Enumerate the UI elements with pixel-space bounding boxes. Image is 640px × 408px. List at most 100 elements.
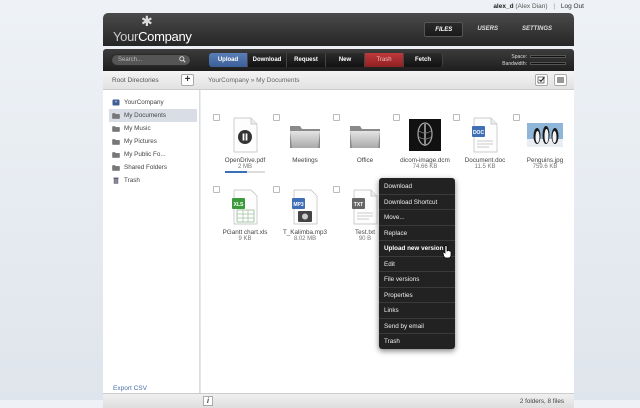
file-tile[interactable]: dicom-image.dcm 74.66 KB [393,114,453,186]
context-menu: Download Download Shortcut Move... Replace U… [379,178,455,349]
file-size: 759.6 KB [532,164,558,170]
folder-icon [287,117,323,153]
sidebar-item[interactable]: My Music [109,122,197,135]
sidebar-item-label: My Documents [124,112,166,119]
context-menu-item[interactable]: Properties [379,288,455,303]
trash-button[interactable]: Trash [365,53,404,67]
item-count: 2 folders, 8 files [519,398,564,405]
file-tile[interactable]: Meetings [273,114,333,186]
folder-icon [112,138,120,145]
file-checkbox[interactable] [273,186,280,193]
search-icon[interactable] [179,56,186,63]
sidebar-item-label: My Public Fo... [124,151,166,158]
sidebar-item[interactable]: My Public Fo... [109,148,197,161]
list-icon [557,77,564,83]
info-button[interactable]: i [203,396,213,406]
sidebar-item-label: Shared Folders [124,164,168,171]
upload-progress [225,171,265,173]
file-name: T_Kalimba.mp3 [282,229,328,236]
file-name: Meetings [292,157,318,164]
upload-button[interactable]: Upload [209,53,248,67]
tab-files[interactable]: FILES [424,22,464,37]
file-name: PGantt chart.xls [222,229,268,236]
logout-link[interactable]: Log Out [561,3,584,10]
dicom-image-thumb [407,117,443,153]
bandwidth-label: Bandwidth: [502,60,527,67]
file-tile[interactable]: DOC Document.doc 11.5 KB [453,114,513,186]
context-menu-item[interactable]: Move... [379,210,455,226]
list-view-button[interactable] [554,74,567,86]
folder-icon [347,117,383,153]
file-checkbox[interactable] [393,114,400,121]
file-name: Penguins.jpg [526,157,564,164]
context-menu-item[interactable]: Replace [379,226,455,241]
file-size: 8.02 MB [293,236,317,242]
sidebar-item[interactable]: Trash [109,174,197,187]
breadcrumb[interactable]: YourCompany » My Documents [208,77,300,84]
file-checkbox[interactable] [333,186,340,193]
context-menu-item[interactable]: File versions [379,272,455,288]
pdf-icon [227,117,263,153]
sidebar-item[interactable]: My Documents [109,109,197,122]
txt-icon: TXT [347,189,383,225]
sidebar-item[interactable]: Shared Folders [109,161,197,174]
file-size: 2 MB [237,164,252,170]
user-separator: | [553,3,556,10]
sub-toolbar: Root Directories + YourCompany » My Docu… [103,71,574,90]
tab-settings[interactable]: SETTINGS [512,22,562,37]
request-button[interactable]: Request [287,53,326,67]
file-name: OpenDrive.pdf [224,157,266,164]
quota-meters: Space: Bandwidth: [494,53,566,67]
sidebar-item-label: YourCompany [124,99,164,106]
xls-icon: XLS [227,189,263,225]
penguins-image-thumb [527,117,563,153]
svg-text:MP3: MP3 [293,202,304,208]
toolbar: Search... Upload Download Request New Tr… [103,49,574,71]
file-tile[interactable]: MP3 T_Kalimba.mp3 8.02 MB [273,186,333,258]
add-root-button[interactable]: + [181,74,194,86]
space-label: Space: [511,53,527,60]
svg-text:TXT: TXT [354,202,363,208]
export-csv-link[interactable]: Export CSV [113,385,147,392]
new-button[interactable]: New [326,53,365,67]
fetch-button[interactable]: Fetch [404,53,443,67]
file-checkbox[interactable] [513,114,520,121]
context-menu-item[interactable]: Send by email [379,319,455,334]
folder-icon [112,151,120,158]
context-menu-item[interactable]: Links [379,303,455,319]
file-tile[interactable]: Office [333,114,393,186]
file-tile[interactable]: OpenDrive.pdf 2 MB [213,114,273,186]
select-all-button[interactable] [535,74,548,86]
main-nav: FILES USERS SETTINGS [424,22,562,37]
context-menu-item[interactable]: Trash [379,334,455,350]
checkbox-icon [537,76,545,84]
folder-icon [112,125,120,132]
brand-name: YourCompany [113,29,192,44]
file-checkbox[interactable] [273,114,280,121]
doc-icon: DOC [467,117,503,153]
sidebar-heading: Root Directories [112,77,159,84]
context-menu-item[interactable]: Download Shortcut [379,195,455,210]
context-menu-item[interactable]: Download [379,179,455,195]
sidebar-item[interactable]: * YourCompany [109,96,197,109]
tab-users[interactable]: USERS [467,22,508,37]
search-input[interactable]: Search... [111,54,191,66]
folder-icon [112,112,120,119]
space-bar [530,55,566,58]
sidebar-item[interactable]: My Pictures [109,135,197,148]
hand-cursor-icon [442,245,452,259]
file-checkbox[interactable] [213,114,220,121]
file-size: 11.5 KB [474,164,496,170]
file-checkbox[interactable] [453,114,460,121]
sidebar-item-label: My Pictures [124,138,157,145]
directory-tree: * YourCompany My Documents My Music My Pictu… [109,96,197,187]
download-button[interactable]: Download [248,53,287,67]
file-checkbox[interactable] [213,186,220,193]
file-size: 9 KB [238,236,252,242]
file-tile[interactable]: Penguins.jpg 759.6 KB [513,114,573,186]
username: alex_d [493,3,514,10]
file-tile[interactable]: XLS PGantt chart.xls 9 KB [213,186,273,258]
file-checkbox[interactable] [333,114,340,121]
folder-icon [112,164,120,171]
svg-text:DOC: DOC [473,130,485,136]
